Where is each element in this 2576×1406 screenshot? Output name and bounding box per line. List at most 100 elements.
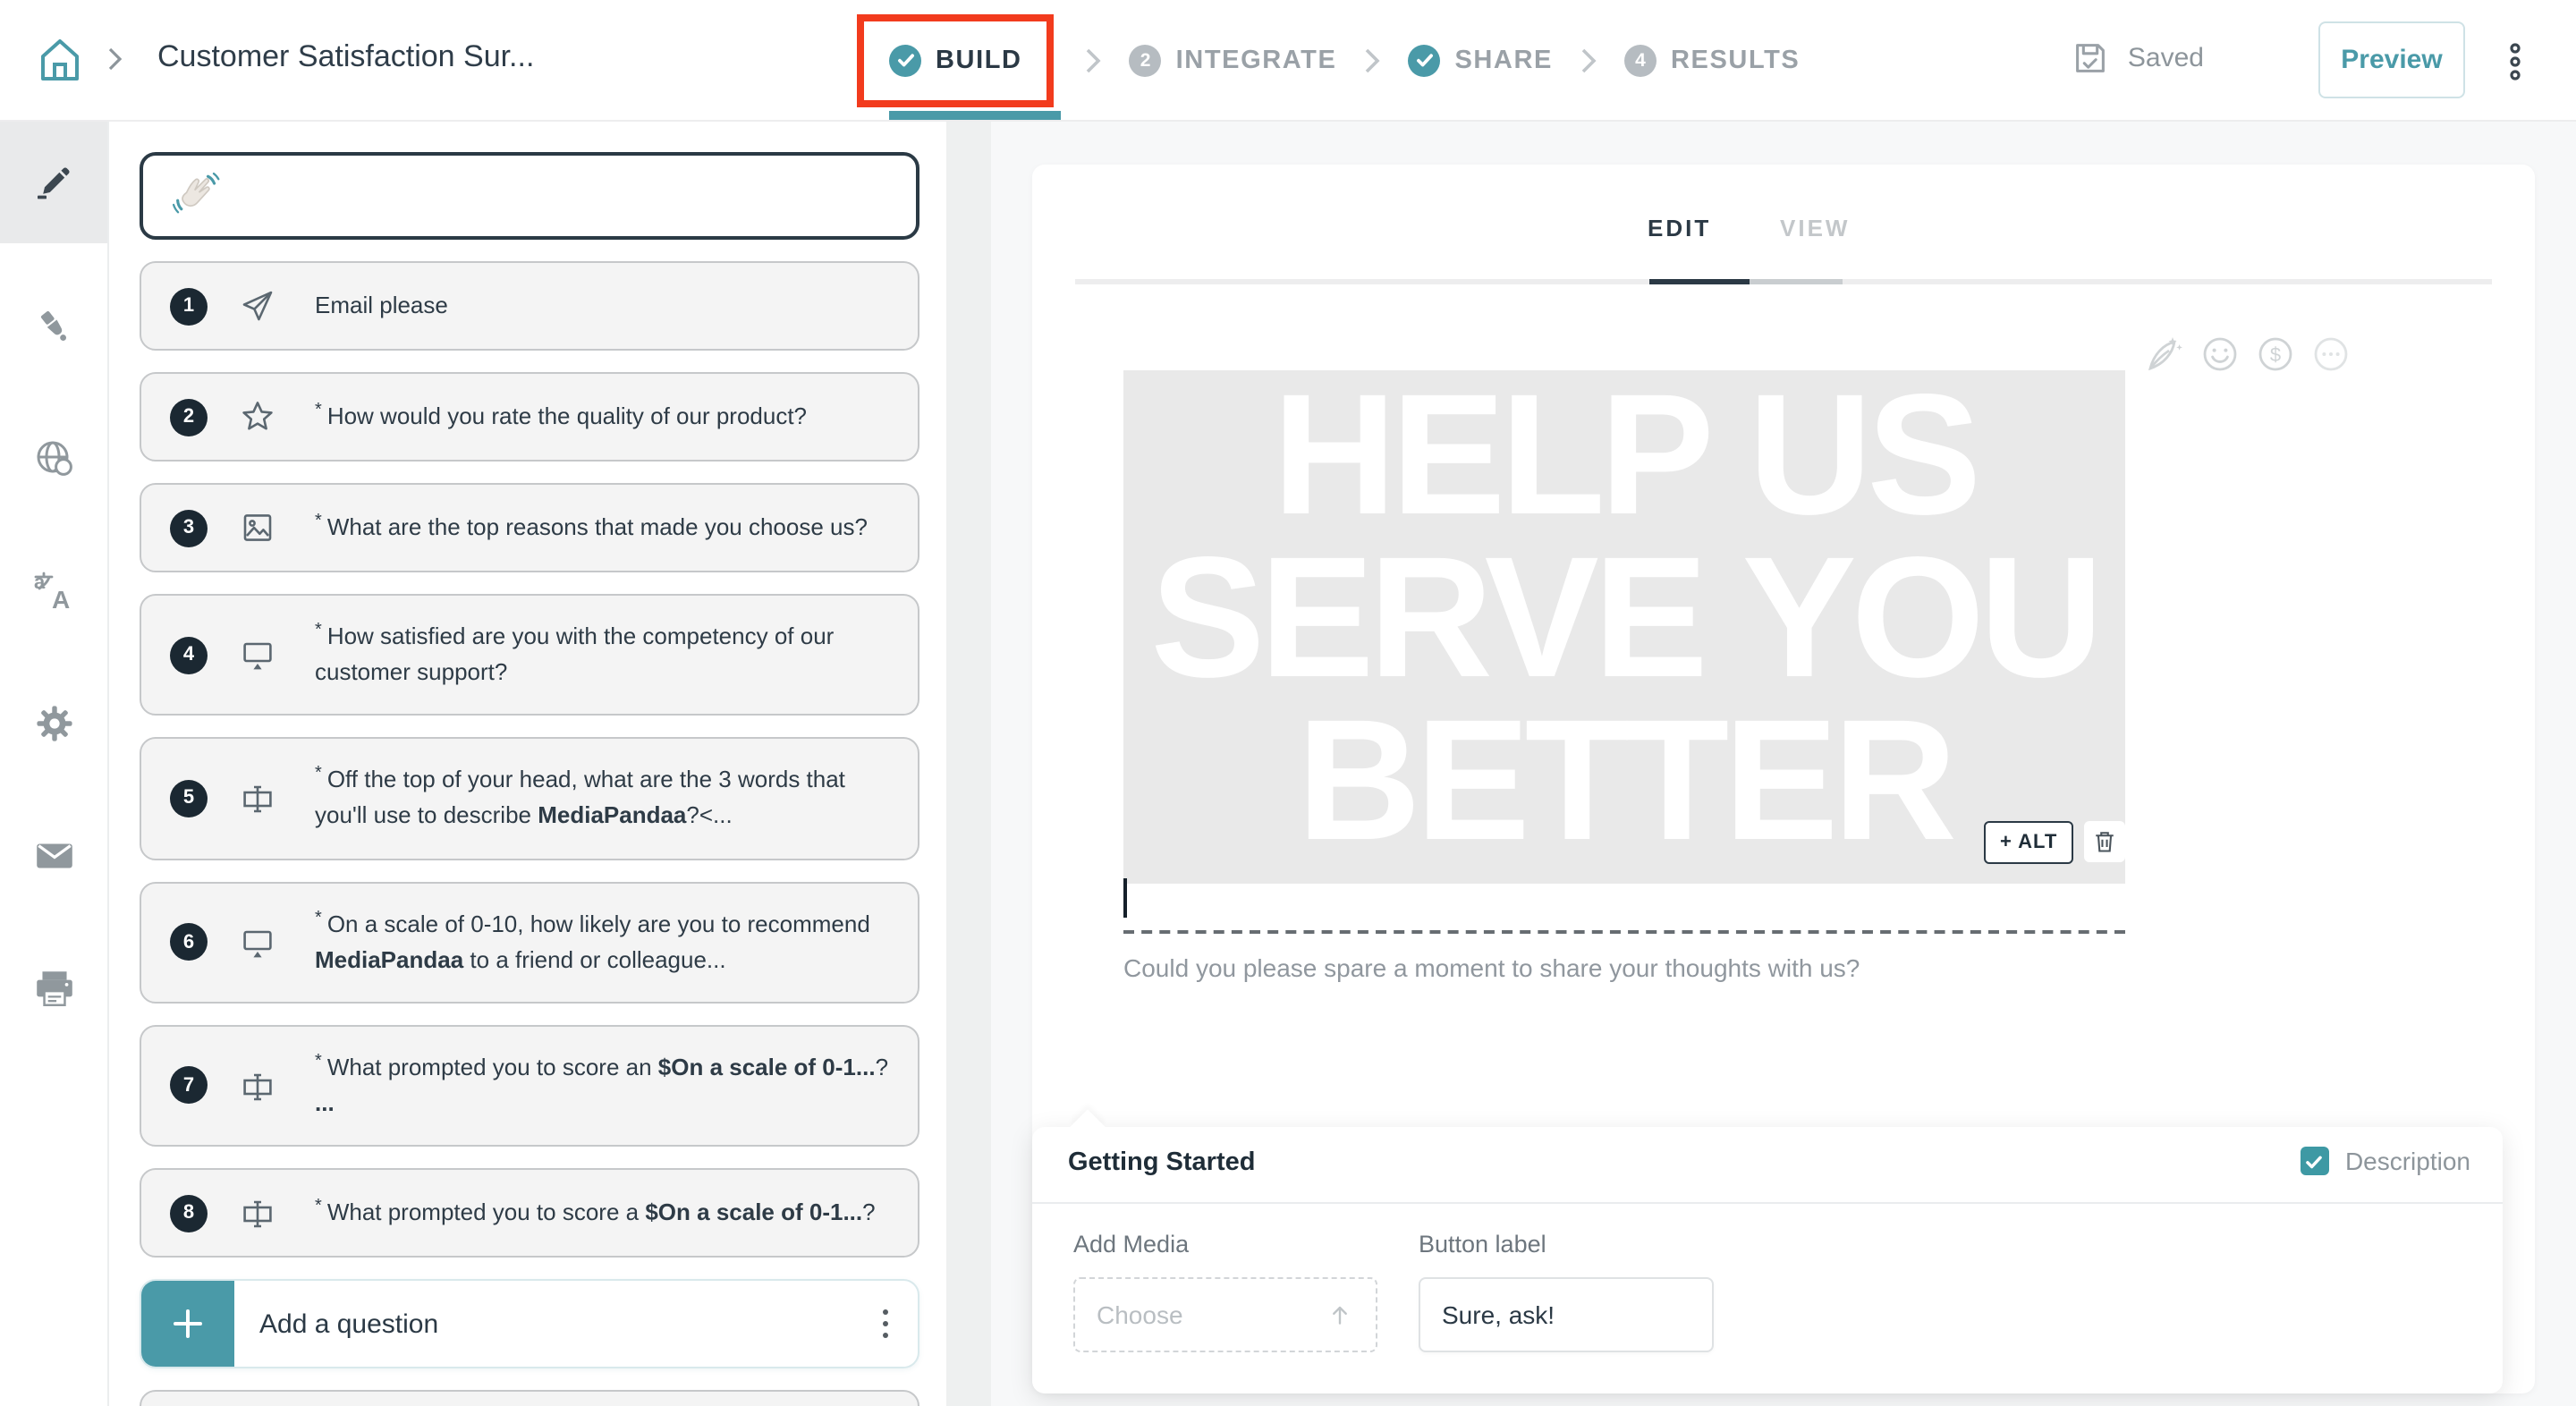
question-number-badge: 8 <box>170 1194 208 1232</box>
question-number-badge: 3 <box>170 509 208 546</box>
question-text: *How would you rate the quality of our p… <box>315 399 807 435</box>
alt-text-button[interactable]: + ALT <box>1984 821 2073 864</box>
stepper: BUILD 2 INTEGRATE SHARE <box>857 0 1800 120</box>
question-card[interactable]: 5 *Off the top of your head, what are th… <box>140 738 919 860</box>
question-card[interactable]: 1 Email please <box>140 261 919 351</box>
question-card[interactable]: 7 *What prompted you to score an $On a s… <box>140 1025 919 1148</box>
step-chevron-icon <box>1081 44 1106 76</box>
hero-text: HELP US SERVE YOU BETTER <box>1150 374 2097 863</box>
save-icon <box>2071 38 2112 79</box>
preview-button[interactable]: Preview <box>2318 21 2465 98</box>
question-text: Email please <box>315 288 448 324</box>
tab-underline <box>1075 279 2492 284</box>
sidebar-item-design[interactable] <box>0 286 107 365</box>
question-card[interactable]: 6 *On a scale of 0-10, how likely are yo… <box>140 881 919 1004</box>
send-icon <box>240 288 275 324</box>
translate-icon: a A <box>31 568 76 613</box>
add-media-label: Add Media <box>1073 1231 1189 1258</box>
welcome-description-text[interactable]: Could you please spare a moment to share… <box>1123 953 1860 982</box>
step-chevron-icon <box>1360 44 1385 76</box>
thank-you-card[interactable]: We really appreciate your time and feedb… <box>140 1390 919 1406</box>
text-caret <box>1123 878 1127 918</box>
home-icon[interactable] <box>36 36 84 84</box>
sidebar-item-print[interactable] <box>0 948 107 1027</box>
question-text: *How satisfied are you with the competen… <box>315 619 889 691</box>
step-chevron-icon <box>1576 44 1601 76</box>
add-media-dropdown[interactable]: Choose <box>1073 1277 1377 1352</box>
currency-icon[interactable]: $ <box>2256 335 2295 374</box>
button-label-value: Sure, ask! <box>1442 1300 1555 1329</box>
tab-view[interactable]: VIEW <box>1780 215 1850 241</box>
question-card[interactable]: 8 *What prompted you to score a $On a sc… <box>140 1168 919 1258</box>
panel-scrollbar[interactable] <box>946 120 991 1406</box>
image-icon <box>240 510 275 546</box>
text-input-icon <box>240 781 275 817</box>
editor-toolbar: $ <box>2145 335 2351 374</box>
svg-text:A: A <box>51 585 69 613</box>
question-text: *What prompted you to score a $On a scal… <box>315 1195 876 1231</box>
add-question-menu-icon[interactable] <box>878 1306 893 1342</box>
globe-icon <box>31 436 76 480</box>
more-options-icon[interactable] <box>2504 41 2526 84</box>
add-question-row[interactable]: Add a question <box>140 1279 919 1368</box>
step-share[interactable]: SHARE <box>1408 44 1553 76</box>
add-question-plus-icon[interactable] <box>141 1281 234 1367</box>
text-input-icon <box>240 1068 275 1104</box>
build-step-highlight-box: BUILD <box>857 13 1055 106</box>
welcome-hero-image[interactable]: HELP US SERVE YOU BETTER <box>1123 370 2125 884</box>
step-build[interactable]: BUILD <box>889 44 1022 76</box>
getting-started-title: Getting Started <box>1068 1148 1255 1177</box>
question-text: *Off the top of your head, what are the … <box>315 763 889 835</box>
sidebar-item-settings[interactable] <box>0 683 107 762</box>
description-checkbox-label: Description <box>2345 1147 2470 1175</box>
step-integrate[interactable]: 2 INTEGRATE <box>1130 44 1337 76</box>
question-number-badge: 5 <box>170 780 208 817</box>
top-bar: Customer Satisfaction Sur... BUILD 2 INT… <box>0 0 2576 122</box>
question-card[interactable]: 2 *How would you rate the quality of our… <box>140 372 919 462</box>
survey-builder-app: Customer Satisfaction Sur... BUILD 2 INT… <box>0 0 2576 1406</box>
question-number-badge: 6 <box>170 923 208 961</box>
printer-icon <box>31 965 76 1010</box>
question-text: *What are the top reasons that made you … <box>315 510 868 546</box>
upload-arrow-icon <box>1326 1300 1354 1329</box>
waving-hand-icon <box>172 172 220 220</box>
getting-started-header: Getting Started Description <box>1032 1127 2503 1204</box>
opinion-scale-icon <box>240 924 275 960</box>
more-icon[interactable] <box>2311 335 2351 374</box>
step-number-badge: 2 <box>1130 44 1162 76</box>
question-card[interactable]: 4 *How satisfied are you with the compet… <box>140 594 919 716</box>
star-icon <box>240 399 275 435</box>
sidebar-item-translate[interactable]: a A <box>0 551 107 630</box>
sidebar-item-language[interactable] <box>0 419 107 497</box>
opinion-scale-icon <box>240 637 275 673</box>
question-list: 1 Email please 2 *How would you rate the… <box>107 120 946 1406</box>
delete-image-button[interactable] <box>2084 821 2125 862</box>
save-status: Saved <box>2071 38 2204 79</box>
step-label: BUILD <box>936 46 1022 74</box>
breadcrumb-chevron-icon <box>100 45 129 73</box>
step-results[interactable]: 4 RESULTS <box>1624 44 1800 76</box>
ai-writer-icon[interactable] <box>2145 335 2184 374</box>
welcome-card[interactable] <box>140 152 919 240</box>
emoji-icon[interactable] <box>2200 335 2240 374</box>
survey-title: Customer Satisfaction Sur... <box>157 39 534 75</box>
question-card[interactable]: 3 *What are the top reasons that made yo… <box>140 483 919 572</box>
tool-sidebar: a A <box>0 120 109 1406</box>
pencil-icon <box>32 160 75 203</box>
step-label: RESULTS <box>1671 46 1800 74</box>
sidebar-item-email[interactable] <box>0 816 107 894</box>
envelope-icon <box>31 833 76 877</box>
button-label-input[interactable]: Sure, ask! <box>1419 1277 1714 1352</box>
active-step-underline <box>889 111 1061 120</box>
dashed-separator <box>1123 930 2125 934</box>
tab-edit[interactable]: EDIT <box>1648 215 1711 241</box>
question-number-badge: 2 <box>170 398 208 436</box>
step-label: SHARE <box>1454 46 1553 74</box>
description-checkbox[interactable] <box>2301 1147 2329 1175</box>
sidebar-item-edit[interactable] <box>0 120 107 243</box>
text-input-icon <box>240 1195 275 1231</box>
step-number-badge: 4 <box>1624 44 1657 76</box>
add-question-label: Add a question <box>259 1309 438 1339</box>
check-icon <box>889 44 921 76</box>
svg-text:$: $ <box>2270 343 2281 366</box>
